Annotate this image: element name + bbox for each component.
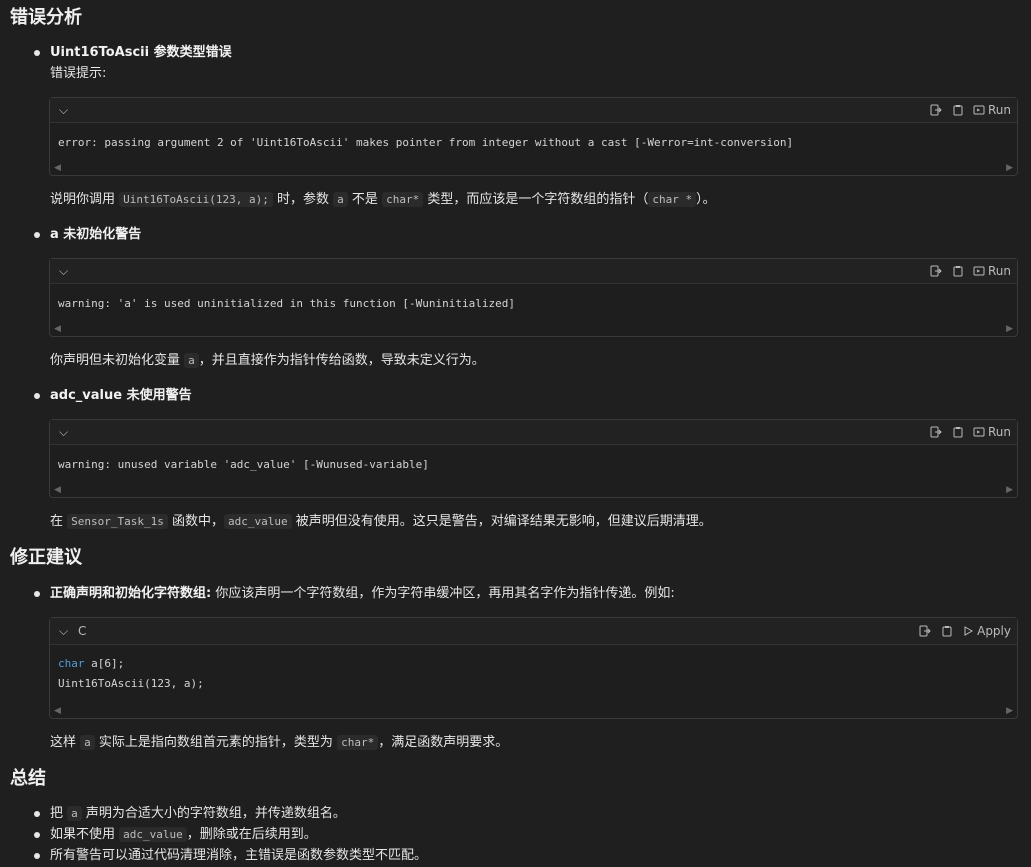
code-content: error: passing argument 2 of 'Uint16ToAs… <box>58 136 794 149</box>
run-label: Run <box>987 264 1011 278</box>
bullet <box>34 591 40 597</box>
copy-icon[interactable] <box>940 624 954 638</box>
code-toolbar: Run <box>929 262 1011 280</box>
code-block-warning-uninit: ⌵ Run warning: 'a' is used uninitialized… <box>49 258 1018 337</box>
fix-desc: 这样 a 实际上是指向数组首元素的指针，类型为 char* ，满足函数声明要求。 <box>50 735 509 750</box>
inline-code: char* <box>382 192 424 207</box>
run-label: Run <box>987 103 1011 117</box>
code-block-c: ⌵ C Apply char a[6]; Uint16ToAscii(123, … <box>49 617 1018 719</box>
code-block-error: ⌵ Run error: passing argument 2 of 'Uint… <box>49 97 1018 176</box>
chevron-down-icon[interactable]: ⌵ <box>59 263 68 279</box>
inline-code: a <box>67 806 82 821</box>
item-title-uint16: Uint16ToAscii 参数类型错误 <box>50 45 232 60</box>
desc-item2: 你声明但未初始化变量 a ，并且直接作为指针传给函数，导致未定义行为。 <box>50 353 485 368</box>
scroll-right-arrow[interactable]: ▶ <box>1006 706 1013 716</box>
bullet <box>34 50 40 56</box>
inline-code: Sensor_Task_1s <box>67 514 168 529</box>
insert-icon[interactable] <box>918 624 932 638</box>
hint-label: 错误提示: <box>50 66 107 81</box>
code-content: char a[6]; Uint16ToAscii(123, a); <box>58 657 204 690</box>
inline-code: adc_value <box>119 827 187 842</box>
insert-icon[interactable] <box>929 425 943 439</box>
inline-code: char* <box>337 735 379 750</box>
bullet <box>34 832 40 838</box>
chevron-down-icon[interactable]: ⌵ <box>59 102 68 118</box>
insert-icon[interactable] <box>929 103 943 117</box>
chevron-down-icon[interactable]: ⌵ <box>59 424 68 440</box>
bullet <box>34 853 40 859</box>
scroll-right-arrow[interactable]: ▶ <box>1006 485 1013 495</box>
desc-item3: 在 Sensor_Task_1s 函数中， adc_value 被声明但没有使用。… <box>50 514 712 529</box>
code-header: ⌵ Run <box>50 98 1017 123</box>
scroll-left-arrow[interactable]: ◀ <box>54 163 61 173</box>
scroll-right-arrow[interactable]: ▶ <box>1006 324 1013 334</box>
chevron-down-icon[interactable]: ⌵ <box>59 623 68 639</box>
insert-icon[interactable] <box>929 264 943 278</box>
desc-item1: 说明你调用 Uint16ToAscii(123, a); 时，参数 a 不是 c… <box>50 192 716 207</box>
code-content: warning: 'a' is used uninitialized in th… <box>58 297 515 310</box>
run-button[interactable]: Run <box>973 101 1011 119</box>
bullet <box>34 393 40 399</box>
summary-item-1: 把 a 声明为合适大小的字符数组，并传递数组名。 <box>50 806 346 821</box>
inline-code: a <box>333 192 348 207</box>
fix-item: 正确声明和初始化字符数组: 你应该声明一个字符数组，作为字符串缓冲区，再用其名字… <box>50 585 675 603</box>
run-button[interactable]: Run <box>973 262 1011 280</box>
run-icon <box>973 105 985 115</box>
run-icon <box>973 266 985 276</box>
code-content: warning: unused variable 'adc_value' [-W… <box>58 458 429 471</box>
copy-icon[interactable] <box>951 425 965 439</box>
inline-code: adc_value <box>224 514 292 529</box>
scroll-left-arrow[interactable]: ◀ <box>54 485 61 495</box>
run-icon <box>973 427 985 437</box>
code-keyword: char <box>58 657 85 670</box>
apply-button[interactable]: Apply <box>962 622 1011 640</box>
code-block-warning-unused: ⌵ Run warning: unused variable 'adc_valu… <box>49 419 1018 498</box>
code-header: ⌵ C Apply <box>50 618 1017 645</box>
apply-icon <box>964 626 974 636</box>
summary-item-3: 所有警告可以通过代码清理消除，主错误是函数参数类型不匹配。 <box>50 848 428 863</box>
section-title-fix: 修正建议 <box>10 547 82 568</box>
inline-code: Uint16ToAscii(123, a); <box>119 192 273 207</box>
code-toolbar: Run <box>929 423 1011 441</box>
code-header: ⌵ Run <box>50 259 1017 284</box>
code-header: ⌵ Run <box>50 420 1017 445</box>
code-language: C <box>78 624 87 638</box>
run-button[interactable]: Run <box>973 423 1011 441</box>
scroll-right-arrow[interactable]: ▶ <box>1006 163 1013 173</box>
inline-code: a <box>184 353 199 368</box>
code-toolbar: Run <box>929 101 1011 119</box>
fix-title: 正确声明和初始化字符数组: <box>50 586 212 601</box>
scroll-left-arrow[interactable]: ◀ <box>54 706 61 716</box>
section-title-analysis: 错误分析 <box>10 7 82 28</box>
summary-item-2: 如果不使用 adc_value ，删除或在后续用到。 <box>50 827 317 842</box>
fix-text: 你应该声明一个字符数组，作为字符串缓冲区，再用其名字作为指针传递。例如: <box>215 586 675 601</box>
inline-code: a <box>80 735 95 750</box>
section-title-summary: 总结 <box>10 768 46 789</box>
inline-code: char * <box>648 192 697 207</box>
apply-label: Apply <box>977 624 1011 638</box>
item-title-unused: adc_value 未使用警告 <box>50 388 192 403</box>
bullet <box>34 232 40 238</box>
scroll-left-arrow[interactable]: ◀ <box>54 324 61 334</box>
bullet <box>34 811 40 817</box>
copy-icon[interactable] <box>951 264 965 278</box>
code-toolbar: Apply <box>918 622 1011 640</box>
copy-icon[interactable] <box>951 103 965 117</box>
run-label: Run <box>987 425 1011 439</box>
item-title-uninit: a 未初始化警告 <box>50 227 142 242</box>
